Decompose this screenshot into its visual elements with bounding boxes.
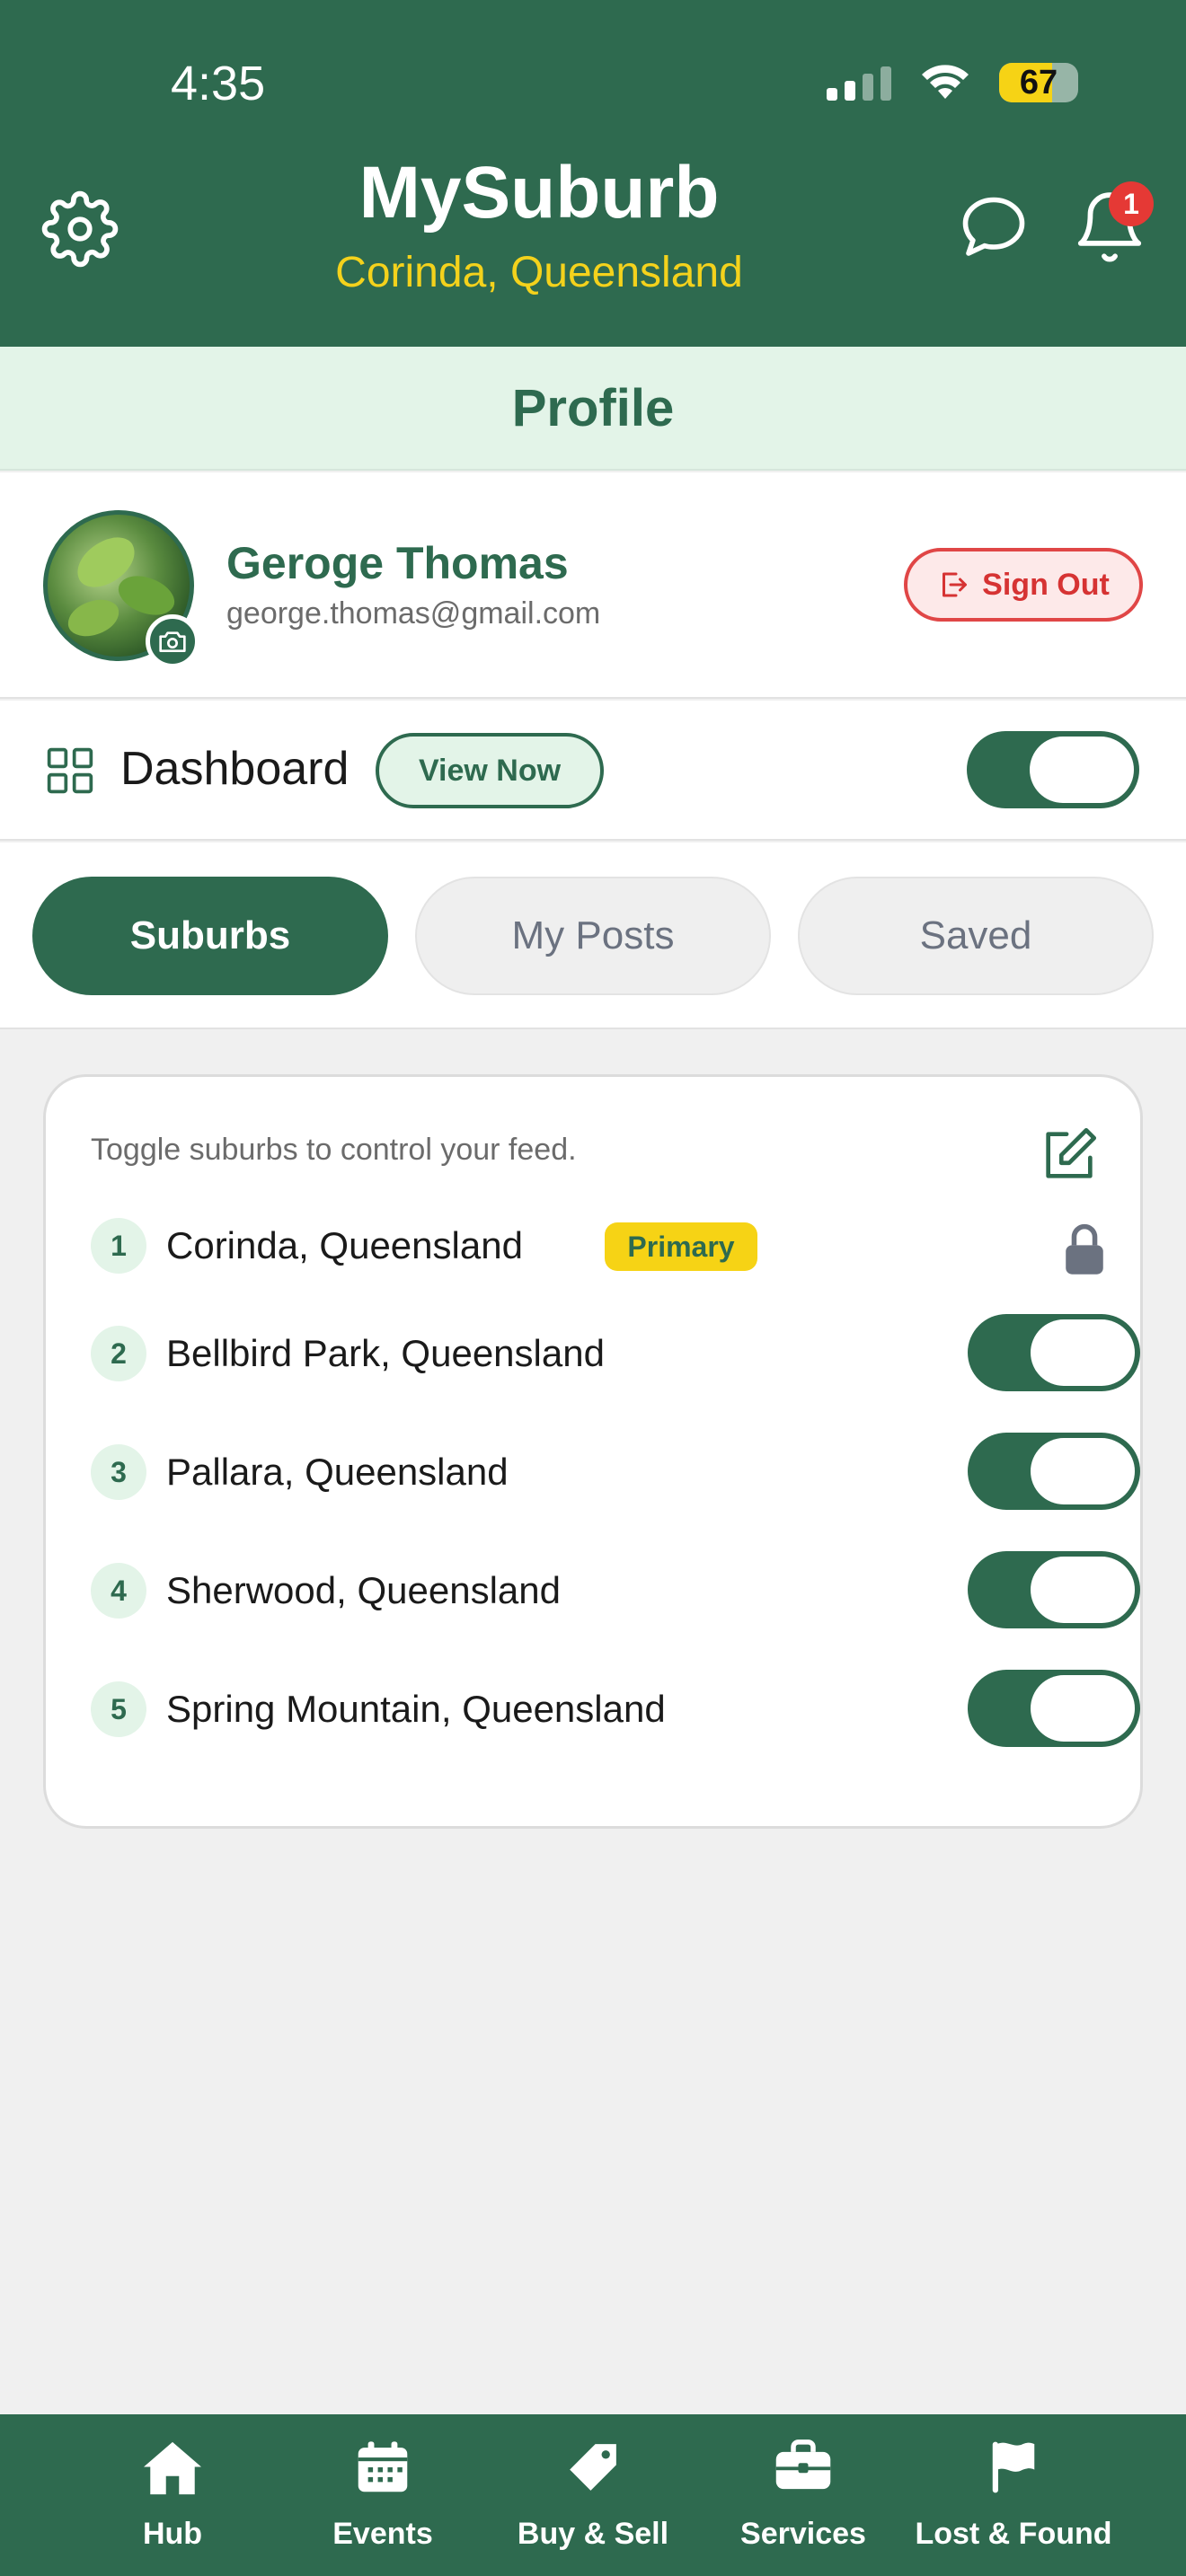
dashboard-toggle[interactable] xyxy=(967,731,1139,808)
edit-icon xyxy=(1046,1127,1097,1178)
sign-out-label: Sign Out xyxy=(982,567,1110,602)
suburb-row: 2 Bellbird Park, Queensland xyxy=(91,1314,1140,1395)
grid-icon xyxy=(47,747,93,794)
suburb-number: 5 xyxy=(91,1681,146,1737)
camera-icon xyxy=(159,631,186,652)
current-location[interactable]: Corinda, Queensland xyxy=(0,248,1078,297)
nav-label: Buy & Sell xyxy=(517,2517,669,2551)
chat-bubble-icon xyxy=(962,197,1025,256)
cellular-signal-icon xyxy=(827,65,891,101)
status-icons: 67 xyxy=(827,63,1078,102)
suburb-toggle[interactable] xyxy=(968,1670,1140,1747)
tab-my-posts[interactable]: My Posts xyxy=(415,877,771,995)
view-now-button[interactable]: View Now xyxy=(376,733,604,808)
nav-events[interactable]: Events xyxy=(284,2414,482,2576)
toggle-knob xyxy=(1031,1557,1135,1623)
tab-suburbs[interactable]: Suburbs xyxy=(32,877,388,995)
nav-label: Hub xyxy=(142,2517,203,2551)
suburb-name: Corinda, Queensland xyxy=(166,1224,523,1266)
calendar-icon xyxy=(358,2441,408,2492)
notification-badge: 1 xyxy=(1109,181,1154,226)
profile-email: george.thomas@gmail.com xyxy=(226,596,601,631)
toggle-knob xyxy=(1030,737,1134,803)
wifi-icon xyxy=(922,65,969,99)
nav-label: Services xyxy=(740,2517,866,2551)
suburb-row: 1 Corinda, Queensland Primary xyxy=(91,1206,1106,1287)
nav-services[interactable]: Services xyxy=(704,2414,902,2576)
primary-badge: Primary xyxy=(605,1222,757,1271)
page-title-bar: Profile xyxy=(0,347,1186,471)
nav-lost-found[interactable]: Lost & Found xyxy=(915,2414,1112,2576)
lock-icon xyxy=(1066,1223,1103,1275)
messages-button[interactable] xyxy=(956,190,1031,266)
change-photo-button[interactable] xyxy=(146,614,199,668)
nav-hub[interactable]: Hub xyxy=(74,2414,271,2576)
bottom-nav: Hub Events Buy & Sell Services Lost & Fo… xyxy=(0,2414,1186,2576)
briefcase-icon xyxy=(775,2439,831,2490)
page-title: Profile xyxy=(511,379,675,437)
battery-icon: 67 xyxy=(999,63,1078,102)
suburb-row: 5 Spring Mountain, Queensland xyxy=(91,1670,1140,1751)
profile-name: Geroge Thomas xyxy=(226,538,569,588)
nav-label: Lost & Found xyxy=(915,2517,1112,2551)
nav-label: Events xyxy=(332,2517,433,2551)
tab-saved[interactable]: Saved xyxy=(798,877,1154,995)
toggle-knob xyxy=(1031,1438,1135,1504)
nav-buy-sell[interactable]: Buy & Sell xyxy=(494,2414,692,2576)
suburb-number: 1 xyxy=(91,1218,146,1274)
logout-icon xyxy=(943,572,968,597)
suburb-row: 4 Sherwood, Queensland xyxy=(91,1551,1140,1632)
suburb-number: 4 xyxy=(91,1563,146,1619)
suburb-name: Sherwood, Queensland xyxy=(166,1569,561,1611)
app-title: MySuburb xyxy=(358,152,720,234)
suburb-name: Pallara, Queensland xyxy=(166,1451,509,1493)
tag-icon xyxy=(570,2444,616,2491)
battery-level: 67 xyxy=(1019,63,1058,101)
profile-tabs: Suburbs My Posts Saved xyxy=(0,842,1186,1029)
suburb-number: 3 xyxy=(91,1444,146,1500)
suburb-name: Spring Mountain, Queensland xyxy=(166,1688,666,1730)
edit-suburbs-button[interactable] xyxy=(1038,1124,1101,1187)
sign-out-button[interactable]: Sign Out xyxy=(904,548,1143,622)
suburb-toggle[interactable] xyxy=(968,1551,1140,1628)
suburb-toggle[interactable] xyxy=(968,1433,1140,1510)
suburbs-hint: Toggle suburbs to control your feed. xyxy=(91,1133,577,1167)
dashboard-row: Dashboard View Now xyxy=(0,701,1186,841)
suburb-name: Bellbird Park, Queensland xyxy=(166,1332,605,1374)
profile-card: Geroge Thomas george.thomas@gmail.com Si… xyxy=(0,472,1186,699)
suburb-toggle[interactable] xyxy=(968,1314,1140,1391)
suburb-number: 2 xyxy=(91,1326,146,1381)
suburb-row: 3 Pallara, Queensland xyxy=(91,1433,1140,1513)
flag-icon xyxy=(992,2441,1035,2493)
notifications-button[interactable]: 1 xyxy=(1071,181,1154,268)
app-header: 4:35 67 MySuburb Corinda, Queensland 1 xyxy=(0,0,1186,347)
toggle-knob xyxy=(1031,1675,1135,1742)
home-icon xyxy=(144,2441,201,2495)
dashboard-label: Dashboard xyxy=(120,743,350,795)
toggle-knob xyxy=(1031,1319,1135,1386)
status-time: 4:35 xyxy=(171,57,266,110)
suburbs-card: Toggle suburbs to control your feed. 1 C… xyxy=(43,1074,1143,1829)
